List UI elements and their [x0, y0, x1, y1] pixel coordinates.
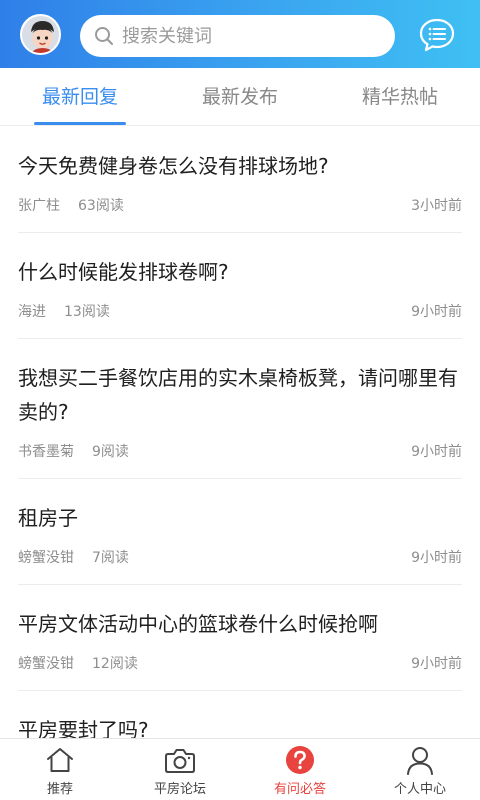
person-icon	[404, 744, 436, 776]
post-title: 平房文体活动中心的篮球卷什么时候抢啊	[18, 612, 378, 636]
question-icon	[284, 744, 316, 776]
post-time: 9小时前	[411, 656, 462, 672]
nav-label: 有问必答	[273, 782, 326, 797]
list-item[interactable]: 租房子 螃蟹没钳 7阅读 9小时前	[0, 479, 480, 585]
post-views: 63阅读	[78, 198, 124, 214]
avatar[interactable]	[20, 14, 61, 55]
post-time: 9小时前	[411, 550, 462, 566]
post-title: 我想买二手餐饮店用的实木桌椅板凳，请问哪里有卖的?	[18, 366, 458, 424]
list-item[interactable]: 什么时候能发排球卷啊? 海进 13阅读 9小时前	[0, 233, 480, 339]
nav-label: 推荐	[46, 782, 73, 797]
post-title: 今天免费健身卷怎么没有排球场地?	[18, 154, 329, 178]
post-time: 3小时前	[411, 198, 462, 214]
home-icon	[44, 744, 76, 776]
post-author: 螃蟹没钳	[18, 550, 74, 566]
post-views: 9阅读	[92, 444, 129, 460]
post-title: 租房子	[18, 506, 78, 530]
nav-qa[interactable]: 有问必答	[240, 739, 360, 800]
post-time: 9小时前	[411, 444, 462, 460]
post-time: 9小时前	[411, 304, 462, 320]
tab-latest-reply[interactable]: 最新回复	[0, 68, 160, 125]
post-views: 13阅读	[64, 304, 110, 320]
search-bar[interactable]	[80, 15, 395, 57]
list-item[interactable]: 我想买二手餐饮店用的实木桌椅板凳，请问哪里有卖的? 书香墨菊 9阅读 9小时前	[0, 339, 480, 479]
post-author: 螃蟹没钳	[18, 656, 74, 672]
post-views: 12阅读	[92, 656, 138, 672]
message-button[interactable]	[418, 17, 456, 53]
nav-profile[interactable]: 个人中心	[360, 739, 480, 800]
tab-bar: 最新回复 最新发布 精华热帖	[0, 68, 480, 126]
post-author: 海进	[18, 304, 46, 320]
cartoon-avatar-icon	[22, 16, 59, 53]
post-author: 书香墨菊	[18, 444, 74, 460]
tab-latest-post[interactable]: 最新发布	[160, 68, 320, 125]
nav-label: 个人中心	[393, 782, 446, 797]
nav-forum[interactable]: 平房论坛	[120, 739, 240, 800]
search-icon	[95, 27, 113, 45]
search-input[interactable]	[122, 25, 372, 47]
post-views: 7阅读	[92, 550, 129, 566]
camera-icon	[164, 744, 196, 776]
tab-featured[interactable]: 精华热帖	[320, 68, 480, 125]
bottom-nav: 推荐 平房论坛 有问必答 个人中心	[0, 738, 480, 800]
app-header	[0, 0, 480, 68]
list-item[interactable]: 今天免费健身卷怎么没有排球场地? 张广柱 63阅读 3小时前	[0, 127, 480, 233]
nav-recommend[interactable]: 推荐	[0, 739, 120, 800]
post-author: 张广柱	[18, 198, 60, 214]
post-list: 今天免费健身卷怎么没有排球场地? 张广柱 63阅读 3小时前 什么时候能发排球卷…	[0, 127, 480, 764]
nav-label: 平房论坛	[153, 782, 206, 797]
chat-bubble-list-icon	[419, 18, 455, 52]
post-title: 什么时候能发排球卷啊?	[18, 260, 229, 284]
list-item[interactable]: 平房文体活动中心的篮球卷什么时候抢啊 螃蟹没钳 12阅读 9小时前	[0, 585, 480, 691]
